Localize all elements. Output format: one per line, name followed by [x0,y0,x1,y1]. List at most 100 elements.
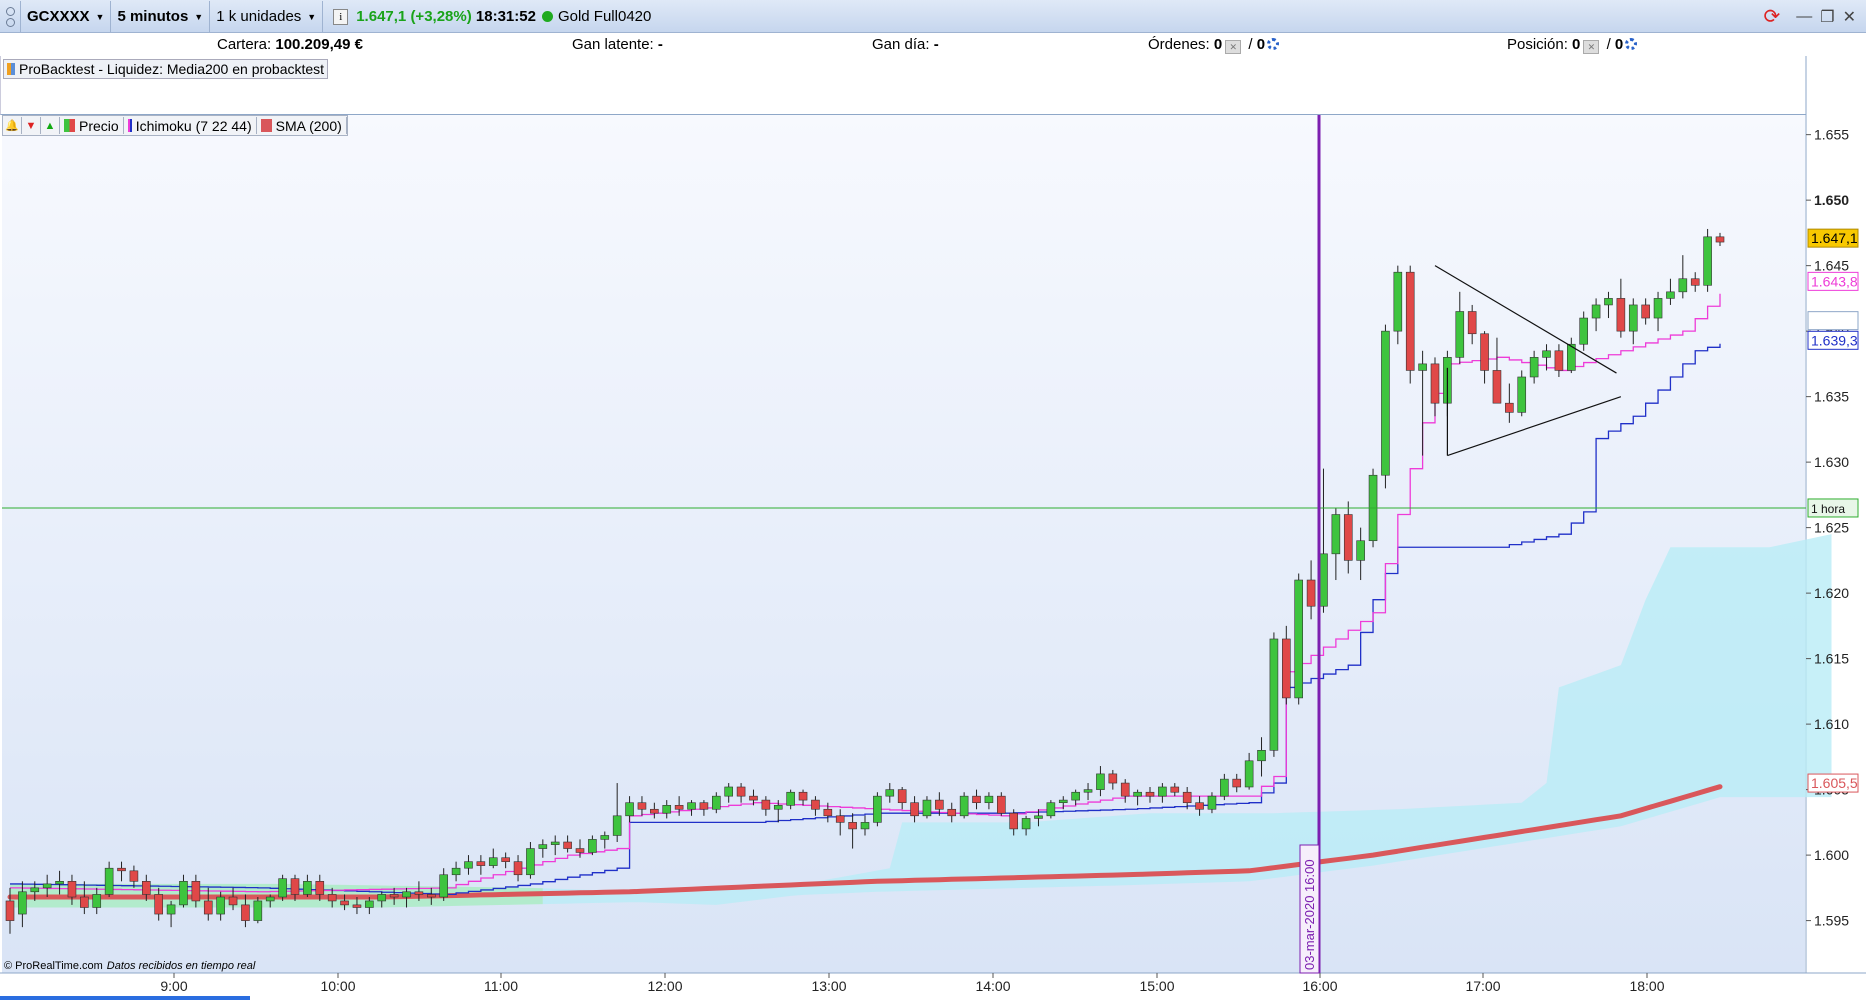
candle-body [352,904,362,908]
candle-body [142,881,151,895]
candle-body [1170,786,1180,793]
candle-body [1120,782,1130,797]
candle-body [1343,514,1353,561]
candle-body [650,808,659,814]
candle-body [1628,304,1638,332]
candle [1405,265,1415,384]
candle-body [1021,818,1031,830]
candle-body [1393,271,1403,332]
time-axis-bg [0,973,1866,1000]
candle-body [1418,363,1427,371]
copyright: © ProRealTime.com [4,960,103,972]
candle-body [402,891,411,898]
hour-tag: 1 hora [1811,502,1845,516]
candle-body [265,896,275,902]
y-tick-label: 1.610 [1814,716,1849,732]
x-tick-label: 9:00 [160,978,187,994]
candle-body [92,894,102,908]
candle-body [414,891,424,895]
candle-body [1269,638,1279,751]
candle-body [340,900,349,906]
candle-body [1381,330,1390,476]
legend-sma-label: SMA (200) [275,117,342,134]
candle-body [1158,786,1167,797]
candle-body [922,799,932,817]
candle-body [625,802,634,817]
x-tick-label: 13:00 [811,978,846,994]
candle-body [563,841,572,849]
candle-body [1430,363,1440,404]
candle-body [1220,778,1229,797]
candle-body [588,839,597,853]
candle-body [1542,350,1551,358]
candle-body [835,815,845,823]
candle-body [179,881,188,906]
candle-body [439,874,448,898]
candle-body [129,870,139,882]
candle-body [724,786,733,797]
candle [1703,228,1712,292]
indicator-legend: 🔔 ▼ ▲ Precio Ichimoku (7 22 44) SMA (200… [2,115,348,136]
candle-body [1405,271,1415,371]
candle-body [1145,791,1155,797]
candle [1269,632,1279,757]
y-tick-label: 1.595 [1814,913,1849,929]
vertical-line-label: 03-mar-2020 16:00 [1302,859,1317,970]
candle-body [1009,812,1018,830]
y-tick-label: 1.600 [1814,847,1849,863]
candle [1381,324,1390,489]
candle-body [42,883,52,889]
candle-body [1282,638,1291,699]
candle-body [1703,236,1712,286]
candle-body [637,802,647,810]
candle-body [1034,815,1043,819]
candle-body [910,802,919,817]
candle-body [712,795,721,810]
candle-body [1319,553,1328,607]
legend-ichimoku-swatch [127,119,132,132]
candle-body [315,881,325,895]
x-tick-label: 16:00 [1302,978,1337,994]
legend-price[interactable]: Precio [60,117,124,134]
candle-body [972,795,981,804]
candle-body [1257,750,1266,762]
candle-body [526,848,535,876]
candle-body [241,904,250,921]
candle-body [1666,291,1675,299]
candle-body [1715,236,1725,243]
legend-sma[interactable]: SMA (200) [257,117,347,134]
x-tick-label: 17:00 [1465,978,1500,994]
candle-body [1579,317,1588,345]
x-tick-label: 15:00 [1139,978,1174,994]
candle-body [290,878,300,895]
candle-body [873,795,882,823]
candle-body [674,805,684,810]
candle-body [984,795,994,804]
legend-ichimoku[interactable]: Ichimoku (7 22 44) [124,117,257,134]
candle-body [1294,579,1303,699]
candle-body [1554,350,1564,371]
candle-body [513,861,523,876]
candle-body [67,881,77,898]
sell-arrow-icon[interactable]: ▼ [22,117,41,134]
candle-body [1232,778,1242,788]
candle-body [166,904,176,915]
price-chart[interactable]: 03-mar-2020 16:00 1.6551.6501.6451.6401.… [0,0,1866,1000]
candle-body [1306,579,1316,607]
candle-body [80,896,89,908]
candle-body [997,795,1006,814]
time-scrollbar[interactable] [0,996,250,1000]
buy-arrow-icon[interactable]: ▲ [41,117,60,134]
realtime-note: Datos recibidos en tiempo real [106,960,256,972]
price-tag: 1.643,8 [1811,273,1858,289]
candle-body [1071,791,1080,801]
bell-icon[interactable]: 🔔 [3,117,22,134]
legend-sma-swatch [260,119,272,132]
candle-body [897,789,907,804]
y-tick-label: 1.635 [1814,389,1849,405]
candle-body [55,881,64,885]
candle-body [860,822,870,830]
candle-body [687,802,696,810]
candle-body [761,799,771,810]
candle-body [538,844,548,849]
